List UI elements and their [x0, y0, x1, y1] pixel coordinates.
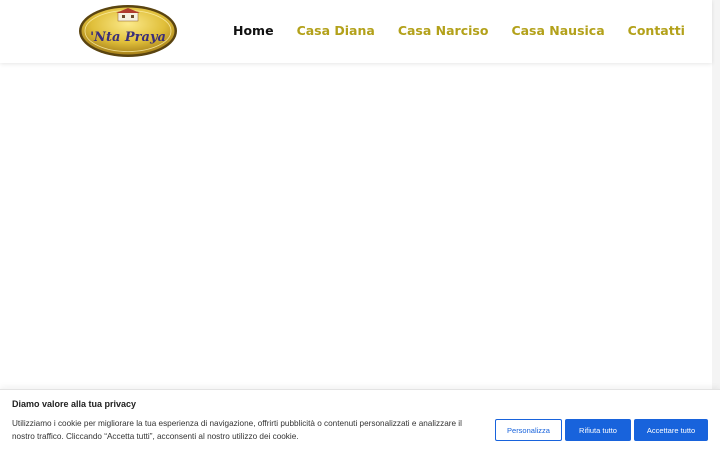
- accept-all-button[interactable]: Accettare tutto: [634, 419, 708, 441]
- logo-text: 'Nta Praya: [90, 30, 166, 45]
- nav-link-casa-nausica[interactable]: Casa Nausica: [511, 22, 604, 40]
- nav-link-home[interactable]: Home: [233, 22, 274, 40]
- customize-button[interactable]: Personalizza: [495, 419, 562, 441]
- cookie-banner: Diamo valore alla tua privacy Utilizziam…: [0, 389, 720, 450]
- reject-all-button[interactable]: Rifiuta tutto: [565, 419, 631, 441]
- main-nav: Home Casa Diana Casa Narciso Casa Nausic…: [233, 22, 685, 40]
- nav-link-casa-narciso[interactable]: Casa Narciso: [398, 22, 489, 40]
- nav-link-contatti[interactable]: Contatti: [628, 22, 685, 40]
- nta-praya-logo[interactable]: 'Nta Praya: [78, 4, 178, 58]
- cookie-banner-text: Utilizziamo i cookie per migliorare la t…: [12, 419, 462, 441]
- page-scrollbar[interactable]: [712, 0, 720, 450]
- nav-link-casa-diana[interactable]: Casa Diana: [297, 22, 375, 40]
- site-header: 'Nta Praya Home Casa Diana Casa Narciso …: [0, 0, 712, 63]
- cookie-banner-title: Diamo valore alla tua privacy: [12, 399, 137, 409]
